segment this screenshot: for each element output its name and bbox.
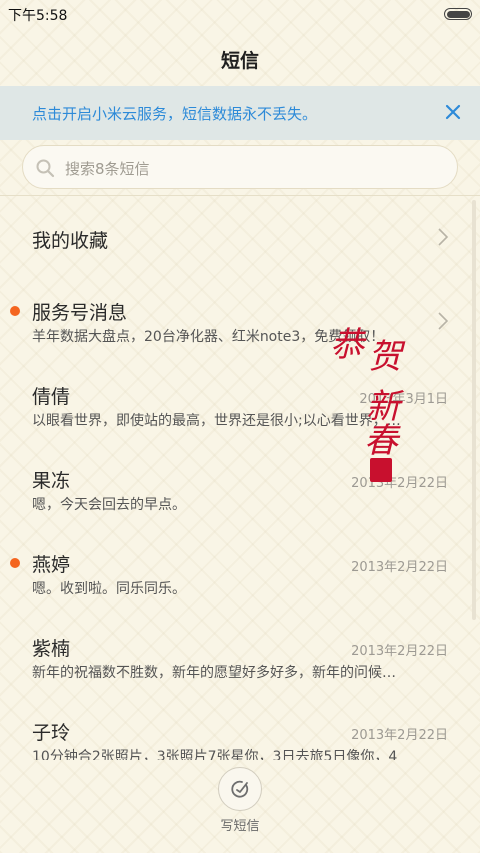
conversation-name: 果冻 [32,470,71,492]
conversation-preview: 10分钟合2张照片，3张照片7张星你，3日去旅5日像你，4 [32,749,398,760]
conversation-preview: 羊年数据大盘点，20台净化器、红米note3，免费领取！ [32,329,385,345]
list-item-conversation[interactable]: 紫楠 2013年2月22日 新年的祝福数不胜数，新年的愿望好多好多，新年的问候… [0,616,480,700]
page-title: 短信 [220,50,259,72]
banner-text[interactable]: 点击开启小米云服务，短信数据永不丢失。 [32,103,317,124]
compose-label[interactable]: 写短信 [200,815,280,834]
conversation-name: 我的收藏 [32,230,109,252]
conversation-list[interactable]: 我的收藏 服务号消息 羊年数据大盘点，20台净化器、红米note3，免费领取！ … [0,196,480,760]
conversation-preview: 新年的祝福数不胜数，新年的愿望好多好多，新年的问候… [32,665,396,681]
conversation-preview: 嗯，今天会回去的早点。 [32,497,186,513]
conversation-preview: 嗯。收到啦。同乐同乐。 [32,581,186,597]
list-item-conversation[interactable]: 倩倩 2013年3月1日 以眼看世界，即使站的最高，世界还是很小;以心看世界，… [0,364,480,448]
search-input[interactable]: 搜索8条短信 [22,145,458,189]
compose-button[interactable] [218,767,262,811]
conversation-preview: 以眼看世界，即使站的最高，世界还是很小;以心看世界，… [32,413,401,429]
search-icon [36,159,55,178]
unread-dot [10,558,20,568]
conversation-date: 2013年2月22日 [351,560,448,575]
list-item-favorites[interactable]: 我的收藏 [0,196,480,280]
list-item-conversation[interactable]: 燕婷 2013年2月22日 嗯。收到啦。同乐同乐。 [0,532,480,616]
list-item-service-messages[interactable]: 服务号消息 羊年数据大盘点，20台净化器、红米note3，免费领取！ [0,280,480,364]
conversation-name: 紫楠 [32,638,71,660]
close-icon[interactable] [440,99,466,125]
status-bar: 下午5:58 [0,0,480,28]
conversation-date: 2013年2月22日 [351,476,448,491]
unread-dot [10,306,20,316]
compose-icon [231,780,249,798]
conversation-date: 2013年2月22日 [351,644,448,659]
list-item-conversation[interactable]: 果冻 2013年2月22日 嗯，今天会回去的早点。 [0,448,480,532]
scrollbar[interactable] [472,200,476,620]
battery-icon [444,8,472,20]
list-item-conversation[interactable]: 子玲 2013年2月22日 10分钟合2张照片，3张照片7张星你，3日去旅5日像… [0,700,480,760]
conversation-name: 子玲 [32,722,71,744]
cloud-service-banner[interactable]: 点击开启小米云服务，短信数据永不丢失。 [0,86,480,140]
conversation-name: 服务号消息 [32,302,128,324]
conversation-date: 2013年3月1日 [359,392,448,407]
search-placeholder: 搜索8条短信 [65,160,150,178]
conversation-name: 燕婷 [32,554,71,576]
status-time: 下午5:58 [8,8,68,24]
conversation-name: 倩倩 [32,386,71,408]
conversation-date: 2013年2月22日 [351,728,448,743]
chevron-right-icon [438,228,449,246]
title-bar: 短信 [0,28,480,86]
chevron-right-icon [438,312,449,330]
